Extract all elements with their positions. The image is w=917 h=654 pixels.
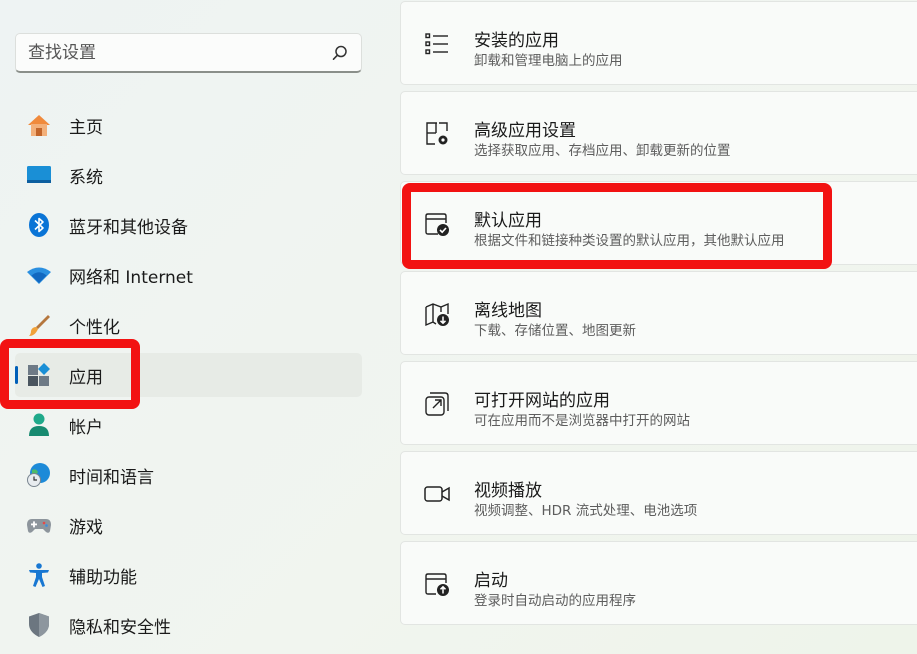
- card-subtitle: 选择获取应用、存档应用、卸载更新的位置: [474, 143, 731, 159]
- sidebar-item-system[interactable]: 系统: [15, 153, 362, 197]
- sidebar-item-bluetooth[interactable]: 蓝牙和其他设备: [15, 203, 362, 247]
- card-title: 视频播放: [474, 481, 542, 501]
- sidebar-item-label: 蓝牙和其他设备: [69, 217, 188, 238]
- search-box[interactable]: [15, 33, 362, 73]
- sidebar-item-label: 帐户: [69, 417, 103, 438]
- card-installed-apps[interactable]: 安装的应用 卸载和管理电脑上的应用: [400, 1, 917, 85]
- home-icon: [28, 115, 50, 136]
- app-settings-icon: [426, 122, 448, 145]
- bluetooth-icon: [29, 213, 49, 237]
- card-title: 离线地图: [474, 301, 542, 321]
- card-title: 安装的应用: [474, 31, 559, 51]
- sidebar-item-home[interactable]: 主页: [15, 103, 362, 147]
- account-icon: [29, 413, 49, 436]
- card-subtitle: 登录时自动启动的应用程序: [474, 593, 636, 609]
- shield-icon: [29, 613, 49, 637]
- sidebar-item-label: 辅助功能: [69, 567, 137, 588]
- map-download-icon: [425, 302, 449, 327]
- sidebar-item-label: 网络和 Internet: [69, 267, 193, 288]
- system-icon: [27, 166, 51, 183]
- sidebar-item-accounts[interactable]: 帐户: [15, 403, 362, 447]
- wifi-icon: [27, 267, 51, 284]
- sidebar-item-label: 游戏: [69, 517, 103, 538]
- card-offline-maps[interactable]: 离线地图 下载、存储位置、地图更新: [400, 271, 917, 355]
- sidebar-item-label: 系统: [69, 167, 103, 188]
- sidebar-item-gaming[interactable]: 游戏: [15, 503, 362, 547]
- card-title: 启动: [474, 571, 508, 591]
- globe-clock-icon: [27, 463, 50, 487]
- sidebar-item-accessibility[interactable]: 辅助功能: [15, 553, 362, 597]
- gamepad-icon: [27, 519, 51, 533]
- card-subtitle: 可在应用而不是浏览器中打开的网站: [474, 413, 690, 429]
- card-subtitle: 视频调整、HDR 流式处理、电池选项: [474, 503, 698, 519]
- sidebar-item-time-language[interactable]: 时间和语言: [15, 453, 362, 497]
- card-subtitle: 卸载和管理电脑上的应用: [474, 53, 623, 69]
- card-video-playback[interactable]: 视频播放 视频调整、HDR 流式处理、电池选项: [400, 451, 917, 535]
- card-apps-for-websites[interactable]: 可打开网站的应用 可在应用而不是浏览器中打开的网站: [400, 361, 917, 445]
- card-title: 可打开网站的应用: [474, 391, 610, 411]
- sidebar-item-label: 隐私和安全性: [69, 617, 171, 638]
- card-title: 高级应用设置: [474, 121, 576, 141]
- list-icon: [425, 33, 448, 55]
- open-external-icon: [425, 392, 449, 416]
- sidebar-item-label: 时间和语言: [69, 467, 154, 488]
- accessibility-icon: [29, 563, 49, 587]
- card-advanced-app-settings[interactable]: 高级应用设置 选择获取应用、存档应用、卸载更新的位置: [400, 91, 917, 175]
- brush-icon: [29, 315, 50, 336]
- sidebar-item-network[interactable]: 网络和 Internet: [15, 253, 362, 297]
- search-icon[interactable]: [331, 44, 349, 62]
- highlight-box-apps: [0, 339, 140, 409]
- highlight-box-default-apps: [402, 183, 832, 269]
- card-subtitle: 下载、存储位置、地图更新: [474, 323, 636, 339]
- startup-icon: [425, 573, 449, 596]
- card-startup[interactable]: 启动 登录时自动启动的应用程序: [400, 541, 917, 625]
- video-icon: [424, 486, 450, 502]
- sidebar-item-privacy[interactable]: 隐私和安全性: [15, 603, 362, 647]
- sidebar-item-label: 个性化: [69, 317, 120, 338]
- search-input[interactable]: [28, 42, 331, 63]
- sidebar-item-label: 主页: [69, 117, 103, 138]
